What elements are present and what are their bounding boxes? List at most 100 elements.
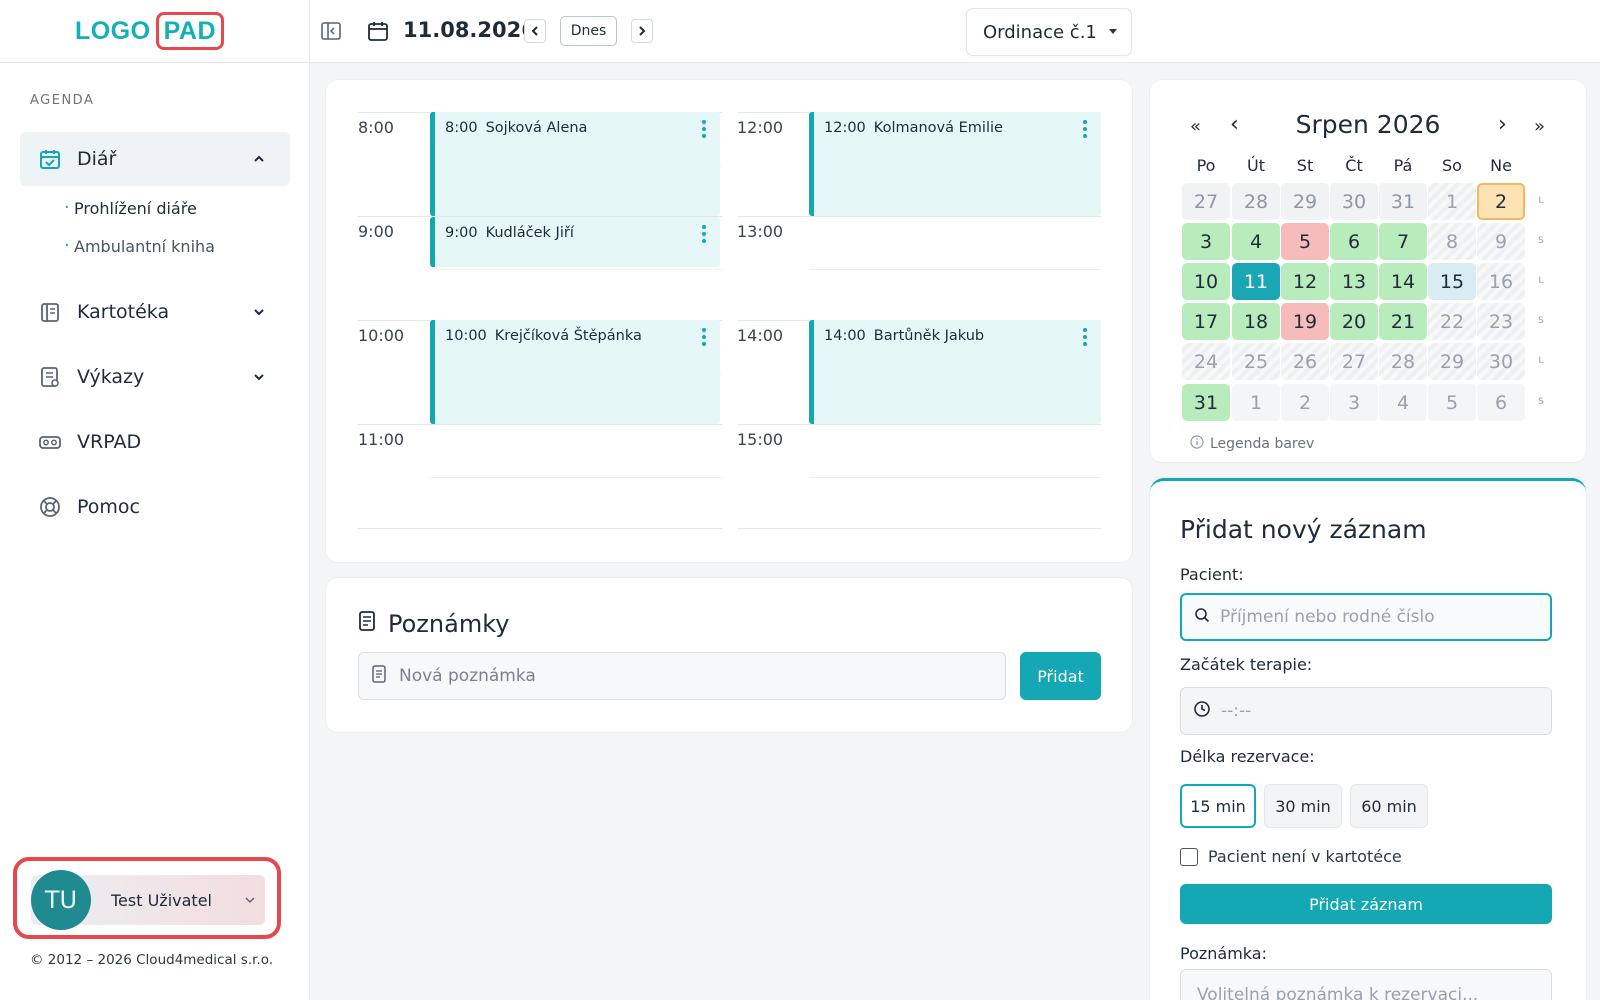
appointment[interactable]: 12:00 Kolmanová Emilie [809, 112, 1101, 216]
calendar-day[interactable]: 6 [1477, 384, 1525, 421]
calendar-day[interactable]: 11 [1232, 263, 1280, 300]
reservation-note-field[interactable] [1180, 969, 1552, 1000]
chevron-up-icon [250, 150, 268, 168]
appointment[interactable]: 9:00 Kudláček Jiří [430, 217, 720, 267]
calendar-day[interactable]: 27 [1330, 343, 1378, 380]
start-label: Začátek terapie: [1180, 655, 1313, 674]
calendar-day[interactable]: 2 [1281, 384, 1329, 421]
logo[interactable]: LOGO PAD [0, 0, 309, 63]
appointment[interactable]: 10:00 Krejčíková Štěpánka [430, 320, 720, 424]
appointment[interactable]: 8:00 Sojková Alena [430, 112, 720, 216]
calendar-day[interactable]: 30 [1330, 183, 1378, 220]
sidebar-item-kartoteka[interactable]: Kartotéka [20, 285, 290, 339]
last-month-button[interactable]: » [1534, 116, 1545, 137]
calendar-day[interactable]: 10 [1182, 263, 1230, 300]
next-month-button[interactable]: › [1498, 112, 1507, 137]
calendar-day[interactable]: 1 [1232, 384, 1280, 421]
sidebar-item-diar[interactable]: Diář [20, 132, 290, 186]
patient-search-input[interactable] [1220, 607, 1540, 627]
length-30-button[interactable]: 30 min [1264, 784, 1342, 828]
calendar-day[interactable]: 3 [1182, 223, 1230, 260]
notes-title: Poznámky [358, 610, 509, 638]
calendar-day[interactable]: 13 [1330, 263, 1378, 300]
calendar-day[interactable]: 6 [1330, 223, 1378, 260]
next-day-button[interactable] [631, 19, 653, 43]
calendar-icon[interactable] [367, 20, 391, 44]
calendar-day[interactable]: 20 [1330, 303, 1378, 340]
sidebar-item-label: VRPAD [77, 431, 142, 453]
calendar-day[interactable]: 26 [1281, 343, 1329, 380]
start-time-input[interactable] [1221, 701, 1541, 721]
calendar-day[interactable]: 2 [1477, 183, 1525, 220]
color-legend-link[interactable]: Legenda barev [1190, 435, 1314, 453]
more-vertical-icon[interactable] [702, 120, 706, 141]
not-in-records-checkbox[interactable]: Pacient není v kartotéce [1180, 847, 1402, 866]
legend-label: Legenda barev [1210, 436, 1315, 452]
calendar-day[interactable]: 31 [1182, 384, 1230, 421]
calendar-day[interactable]: 29 [1281, 183, 1329, 220]
hour-row-end [737, 528, 1101, 529]
calendar-day[interactable]: 16 [1477, 263, 1525, 300]
office-select[interactable]: Ordinace č.1 [966, 8, 1132, 56]
calendar-day[interactable]: 14 [1379, 263, 1427, 300]
note-label: Poznámka: [1180, 944, 1267, 963]
calendar-day[interactable]: 24 [1182, 343, 1230, 380]
length-15-button[interactable]: 15 min [1180, 784, 1256, 828]
appointment[interactable]: 14:00 Bartůněk Jakub [809, 320, 1101, 424]
calendar-day[interactable]: 28 [1232, 183, 1280, 220]
calendar-day[interactable]: 3 [1330, 384, 1378, 421]
appointment-time: 8:00 [445, 120, 478, 136]
hour-row[interactable] [737, 424, 1101, 528]
patient-search-field[interactable] [1180, 593, 1552, 641]
weekday-header: St [1296, 156, 1314, 175]
calendar-day[interactable]: 7 [1379, 223, 1427, 260]
hour-row[interactable] [737, 216, 1101, 320]
more-vertical-icon[interactable] [702, 225, 706, 246]
add-note-button[interactable]: Přidat [1020, 652, 1101, 700]
sidebar-item-label: Kartotéka [77, 301, 170, 323]
sidebar-subitem-ambulantni-kniha[interactable]: Ambulantní kniha [64, 235, 215, 256]
calendar-day[interactable]: 9 [1477, 223, 1525, 260]
calendar-day[interactable]: 12 [1281, 263, 1329, 300]
new-note-input[interactable] [399, 666, 979, 686]
prev-day-button[interactable] [524, 19, 546, 43]
calendar-day[interactable]: 29 [1428, 343, 1476, 380]
calendar-day[interactable]: 17 [1182, 303, 1230, 340]
reservation-note-input[interactable] [1197, 985, 1517, 1000]
more-vertical-icon[interactable] [702, 328, 706, 349]
sidebar-toggle-icon[interactable] [320, 20, 344, 44]
calendar-day[interactable]: 15 [1428, 263, 1476, 300]
hour-row[interactable] [358, 424, 722, 528]
calendar-day[interactable]: 8 [1428, 223, 1476, 260]
calendar-day[interactable]: 19 [1281, 303, 1329, 340]
calendar-day[interactable]: 27 [1182, 183, 1230, 220]
calendar-day[interactable]: 21 [1379, 303, 1427, 340]
calendar-day[interactable]: 31 [1379, 183, 1427, 220]
calendar-day[interactable]: 30 [1477, 343, 1525, 380]
sidebar-item-pomoc[interactable]: Pomoc [20, 480, 290, 534]
calendar-day[interactable]: 23 [1477, 303, 1525, 340]
calendar-day[interactable]: 22 [1428, 303, 1476, 340]
calendar-day[interactable]: 28 [1379, 343, 1427, 380]
more-vertical-icon[interactable] [1083, 120, 1087, 141]
first-month-button[interactable]: « [1190, 116, 1201, 137]
calendar-day[interactable]: 5 [1428, 384, 1476, 421]
sidebar-item-vrpad[interactable]: VRPAD [20, 415, 290, 469]
user-menu[interactable]: TU Test Uživatel [31, 870, 265, 930]
calendar-day[interactable]: 4 [1379, 384, 1427, 421]
more-vertical-icon[interactable] [1083, 328, 1087, 349]
new-note-field[interactable] [358, 652, 1006, 700]
sidebar-subitem-prohlizeni[interactable]: Prohlížení diáře [64, 197, 197, 218]
calendar-day[interactable]: 5 [1281, 223, 1329, 260]
length-60-button[interactable]: 60 min [1350, 784, 1428, 828]
today-button[interactable]: Dnes [560, 16, 617, 46]
checkbox-box[interactable] [1180, 847, 1198, 866]
calendar-day[interactable]: 1 [1428, 183, 1476, 220]
calendar-day[interactable]: 18 [1232, 303, 1280, 340]
prev-month-button[interactable]: ‹ [1230, 112, 1239, 137]
add-record-button[interactable]: Přidat záznam [1180, 884, 1552, 924]
calendar-day[interactable]: 25 [1232, 343, 1280, 380]
start-time-field[interactable] [1180, 687, 1552, 735]
calendar-day[interactable]: 4 [1232, 223, 1280, 260]
sidebar-item-vykazy[interactable]: Výkazy [20, 350, 290, 404]
